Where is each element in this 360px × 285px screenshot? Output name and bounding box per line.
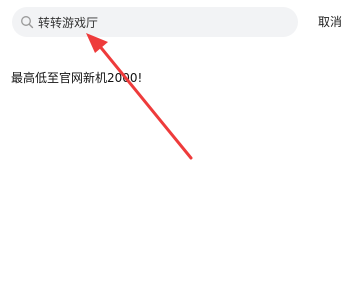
search-suggestion-item[interactable]: 最高低至官网新机2000!	[11, 69, 142, 87]
search-page: 取消 最高低至官网新机2000!	[0, 0, 360, 285]
search-icon	[20, 15, 34, 29]
search-bar[interactable]	[12, 7, 298, 37]
annotation-arrow	[86, 33, 193, 160]
cancel-button[interactable]: 取消	[318, 13, 342, 31]
search-input[interactable]	[38, 12, 278, 32]
